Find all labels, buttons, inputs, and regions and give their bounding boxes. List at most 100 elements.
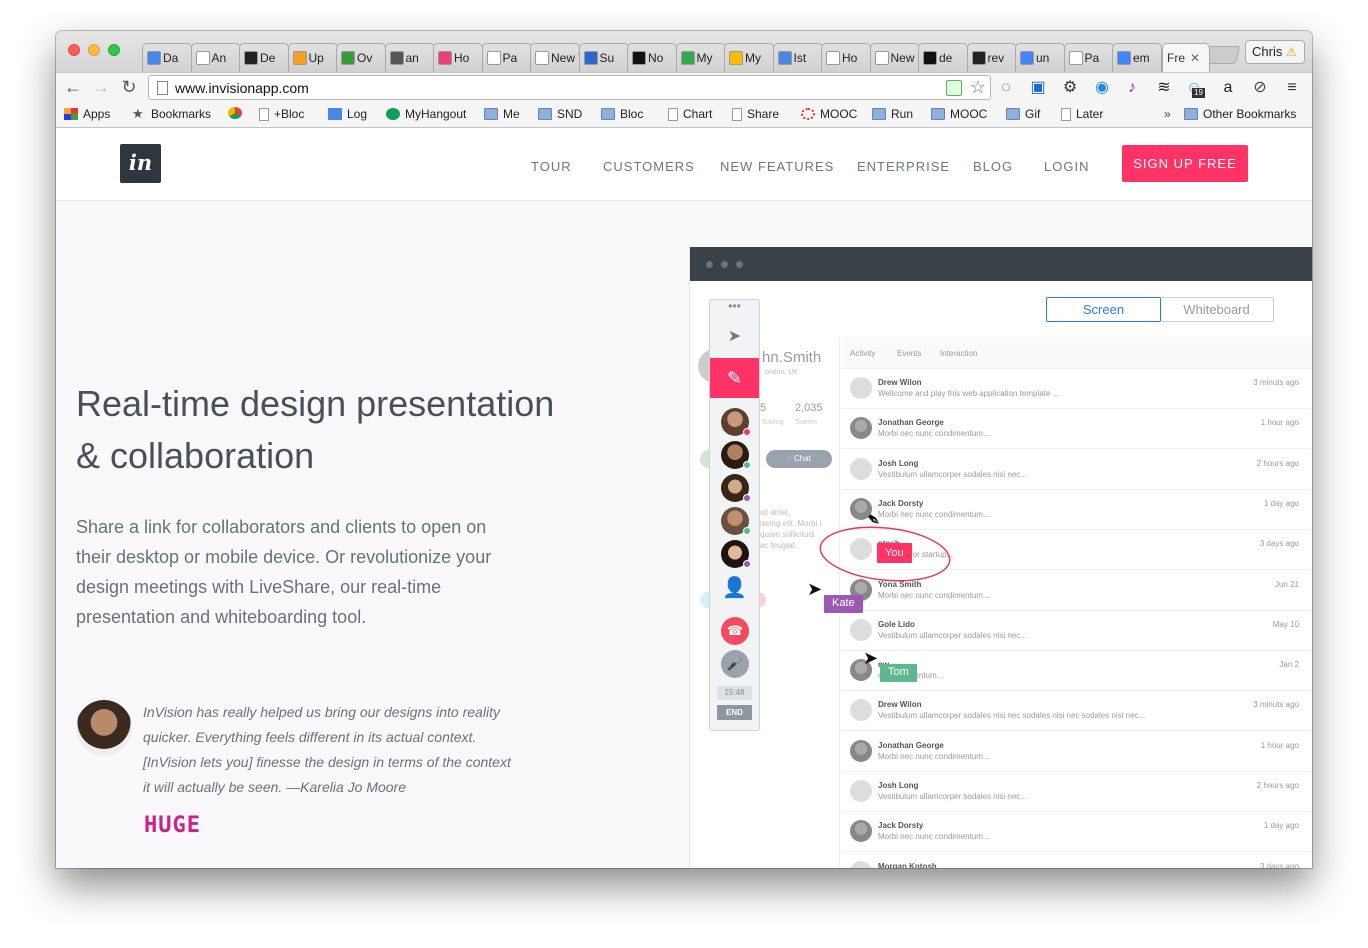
activity-row[interactable]: Jonathan George Morbi nec nunc condimentu…	[842, 409, 1311, 450]
more-icon[interactable]: •••	[710, 300, 759, 318]
activity-row[interactable]: Gole Lido Vestibulum ullamcorper sodales …	[842, 611, 1311, 651]
other-bookmarks-folder[interactable]: Other Bookmarks	[1184, 107, 1296, 121]
tab-events[interactable]: Events	[897, 349, 921, 358]
document-icon	[732, 107, 742, 121]
pointer-tool-icon[interactable]: ➤	[710, 326, 759, 346]
bookmark-item[interactable]	[228, 107, 247, 119]
profile-button[interactable]: Chris ⚠	[1245, 40, 1305, 64]
compass-extension-icon[interactable]: ⊘	[1250, 78, 1270, 98]
bookmark-item[interactable]: Bloc	[601, 107, 643, 121]
screen-extension-icon[interactable]: ▣	[1028, 78, 1048, 98]
browser-tab[interactable]: Ov	[336, 43, 386, 72]
tab-interaction[interactable]: Interaction	[940, 349, 977, 358]
back-icon[interactable]: ←	[62, 77, 84, 98]
participant-avatar[interactable]	[721, 474, 751, 502]
chat-button[interactable]: ◌ Chat	[766, 450, 832, 468]
forward-icon[interactable]: →	[90, 77, 112, 98]
activity-row[interactable]: Drew Wilon Vestibulum ullamcorper sodales…	[842, 691, 1311, 732]
bookmark-item[interactable]: +Bloc	[259, 107, 304, 121]
browser-tab[interactable]: De	[239, 43, 289, 72]
bookmark-item[interactable]: Later	[1061, 107, 1103, 121]
tab-activity[interactable]: Activity	[850, 349, 875, 358]
nav-login[interactable]: LOGIN	[1044, 159, 1089, 174]
status-dot	[743, 428, 751, 436]
pen-tool-icon[interactable]: ✎	[710, 358, 759, 398]
bookmark-item[interactable]: Chart	[668, 107, 712, 121]
invision-logo[interactable]: in	[120, 144, 161, 183]
add-user-icon[interactable]: 👤	[710, 575, 759, 600]
browser-tab[interactable]: Pa	[1063, 43, 1114, 72]
bookmark-item[interactable]: MOOC	[801, 107, 857, 121]
bookmark-item[interactable]: MOOC	[931, 107, 987, 121]
browser-tab[interactable]: an	[384, 43, 435, 72]
amazon-extension-icon[interactable]: a	[1218, 78, 1238, 98]
bookmark-item[interactable]: Run	[872, 107, 913, 121]
nav-customers[interactable]: CUSTOMERS	[603, 159, 695, 174]
address-bar[interactable]: www.invisionapp.com ☆	[148, 75, 991, 100]
bookmark-item[interactable]: Gif	[1006, 107, 1040, 121]
hang-up-button[interactable]: ☎	[721, 617, 749, 645]
browser-tab[interactable]: Ho	[821, 43, 871, 72]
browser-tab[interactable]: No	[627, 43, 677, 72]
sync-extension-icon[interactable]: ◌	[996, 78, 1016, 98]
minimize-window-button[interactable]	[88, 44, 100, 56]
activity-row[interactable]: Morgan Kntosh 3 days ago	[842, 853, 1311, 868]
star-icon: ★	[132, 106, 144, 121]
browser-tab[interactable]: rev	[966, 43, 1017, 72]
participant-avatar[interactable]	[721, 441, 751, 469]
browser-tab[interactable]: My	[724, 43, 774, 72]
gear-extension-icon[interactable]: ⚙	[1060, 78, 1080, 98]
browser-tab[interactable]: un	[1015, 43, 1065, 72]
globe-extension-icon[interactable]: ◉	[1092, 78, 1112, 98]
mute-button[interactable]: 🎤	[721, 650, 749, 678]
browser-tab[interactable]: Ist	[772, 43, 823, 72]
bookmark-item[interactable]: MyHangout	[386, 107, 466, 121]
browser-tab[interactable]: New T	[869, 43, 920, 72]
browser-tab[interactable]: Ho	[433, 43, 483, 72]
bookmark-item[interactable]: ★ Bookmarks	[132, 107, 211, 121]
nav-tour[interactable]: TOUR	[531, 159, 572, 174]
maximize-window-button[interactable]	[108, 44, 120, 56]
bookmark-star-icon[interactable]: ☆	[970, 77, 986, 98]
screen-toggle[interactable]: Screen	[1046, 297, 1161, 322]
bookmark-item[interactable]: Apps	[64, 107, 110, 121]
whiteboard-toggle[interactable]: Whiteboard	[1160, 297, 1274, 322]
browser-tab[interactable]: de	[918, 43, 968, 72]
menu-icon[interactable]: ≡	[1282, 78, 1302, 98]
participant-avatar[interactable]	[721, 408, 751, 436]
participant-avatar[interactable]	[721, 540, 751, 568]
activity-row[interactable]: Jonathan George Morbi nec nunc condimentu…	[842, 732, 1311, 772]
close-window-button[interactable]	[68, 44, 80, 56]
sign-up-button[interactable]: SIGN UP FREE	[1122, 145, 1248, 182]
activity-row[interactable]: Drew Wilon Wellcome and play this web app…	[842, 369, 1311, 409]
browser-tab[interactable]: Up	[287, 43, 338, 72]
browser-tab[interactable]: New T	[530, 43, 580, 72]
nav-new-features[interactable]: NEW FEATURES	[720, 159, 834, 174]
reload-icon[interactable]: ↻	[118, 77, 140, 98]
browser-tab[interactable]: My	[675, 43, 726, 72]
activity-row[interactable]: Josh Long Vestibulum ullamcorper sodales …	[842, 772, 1311, 812]
music-extension-icon[interactable]: ♪	[1122, 78, 1142, 98]
bookmark-item[interactable]: Me	[484, 107, 520, 121]
nav-blog[interactable]: BLOG	[973, 159, 1013, 174]
browser-tab[interactable]: An	[190, 43, 241, 72]
ghost-extension-icon[interactable]: ☺19	[1184, 78, 1205, 98]
bookmark-item[interactable]: SND	[538, 107, 582, 121]
rss-icon[interactable]	[946, 80, 962, 96]
layers-extension-icon[interactable]: ≋	[1154, 78, 1174, 98]
browser-tab[interactable]: Da	[142, 43, 192, 72]
tab-close-icon[interactable]: ✕	[1190, 51, 1200, 65]
bookmark-item[interactable]: Share	[732, 107, 779, 121]
tab-label: Ov	[357, 51, 373, 65]
nav-enterprise[interactable]: ENTERPRISE	[857, 159, 950, 174]
bookmark-item[interactable]: Log	[328, 107, 367, 121]
tab-active[interactable]: Fre ✕	[1162, 43, 1210, 72]
browser-tab[interactable]: Su	[578, 43, 629, 72]
browser-tab[interactable]: Pa	[481, 43, 532, 72]
activity-row[interactable]: Jack Dorsty Morbi nec nunc condimentum...…	[842, 812, 1311, 853]
participant-avatar[interactable]	[721, 507, 751, 535]
end-call-button[interactable]: END	[717, 705, 752, 720]
bookmarks-overflow-button[interactable]: »	[1164, 107, 1171, 121]
activity-row[interactable]: Josh Long Vestibulum ullamcorper sodales …	[842, 450, 1311, 490]
browser-tab[interactable]: em	[1112, 43, 1162, 72]
